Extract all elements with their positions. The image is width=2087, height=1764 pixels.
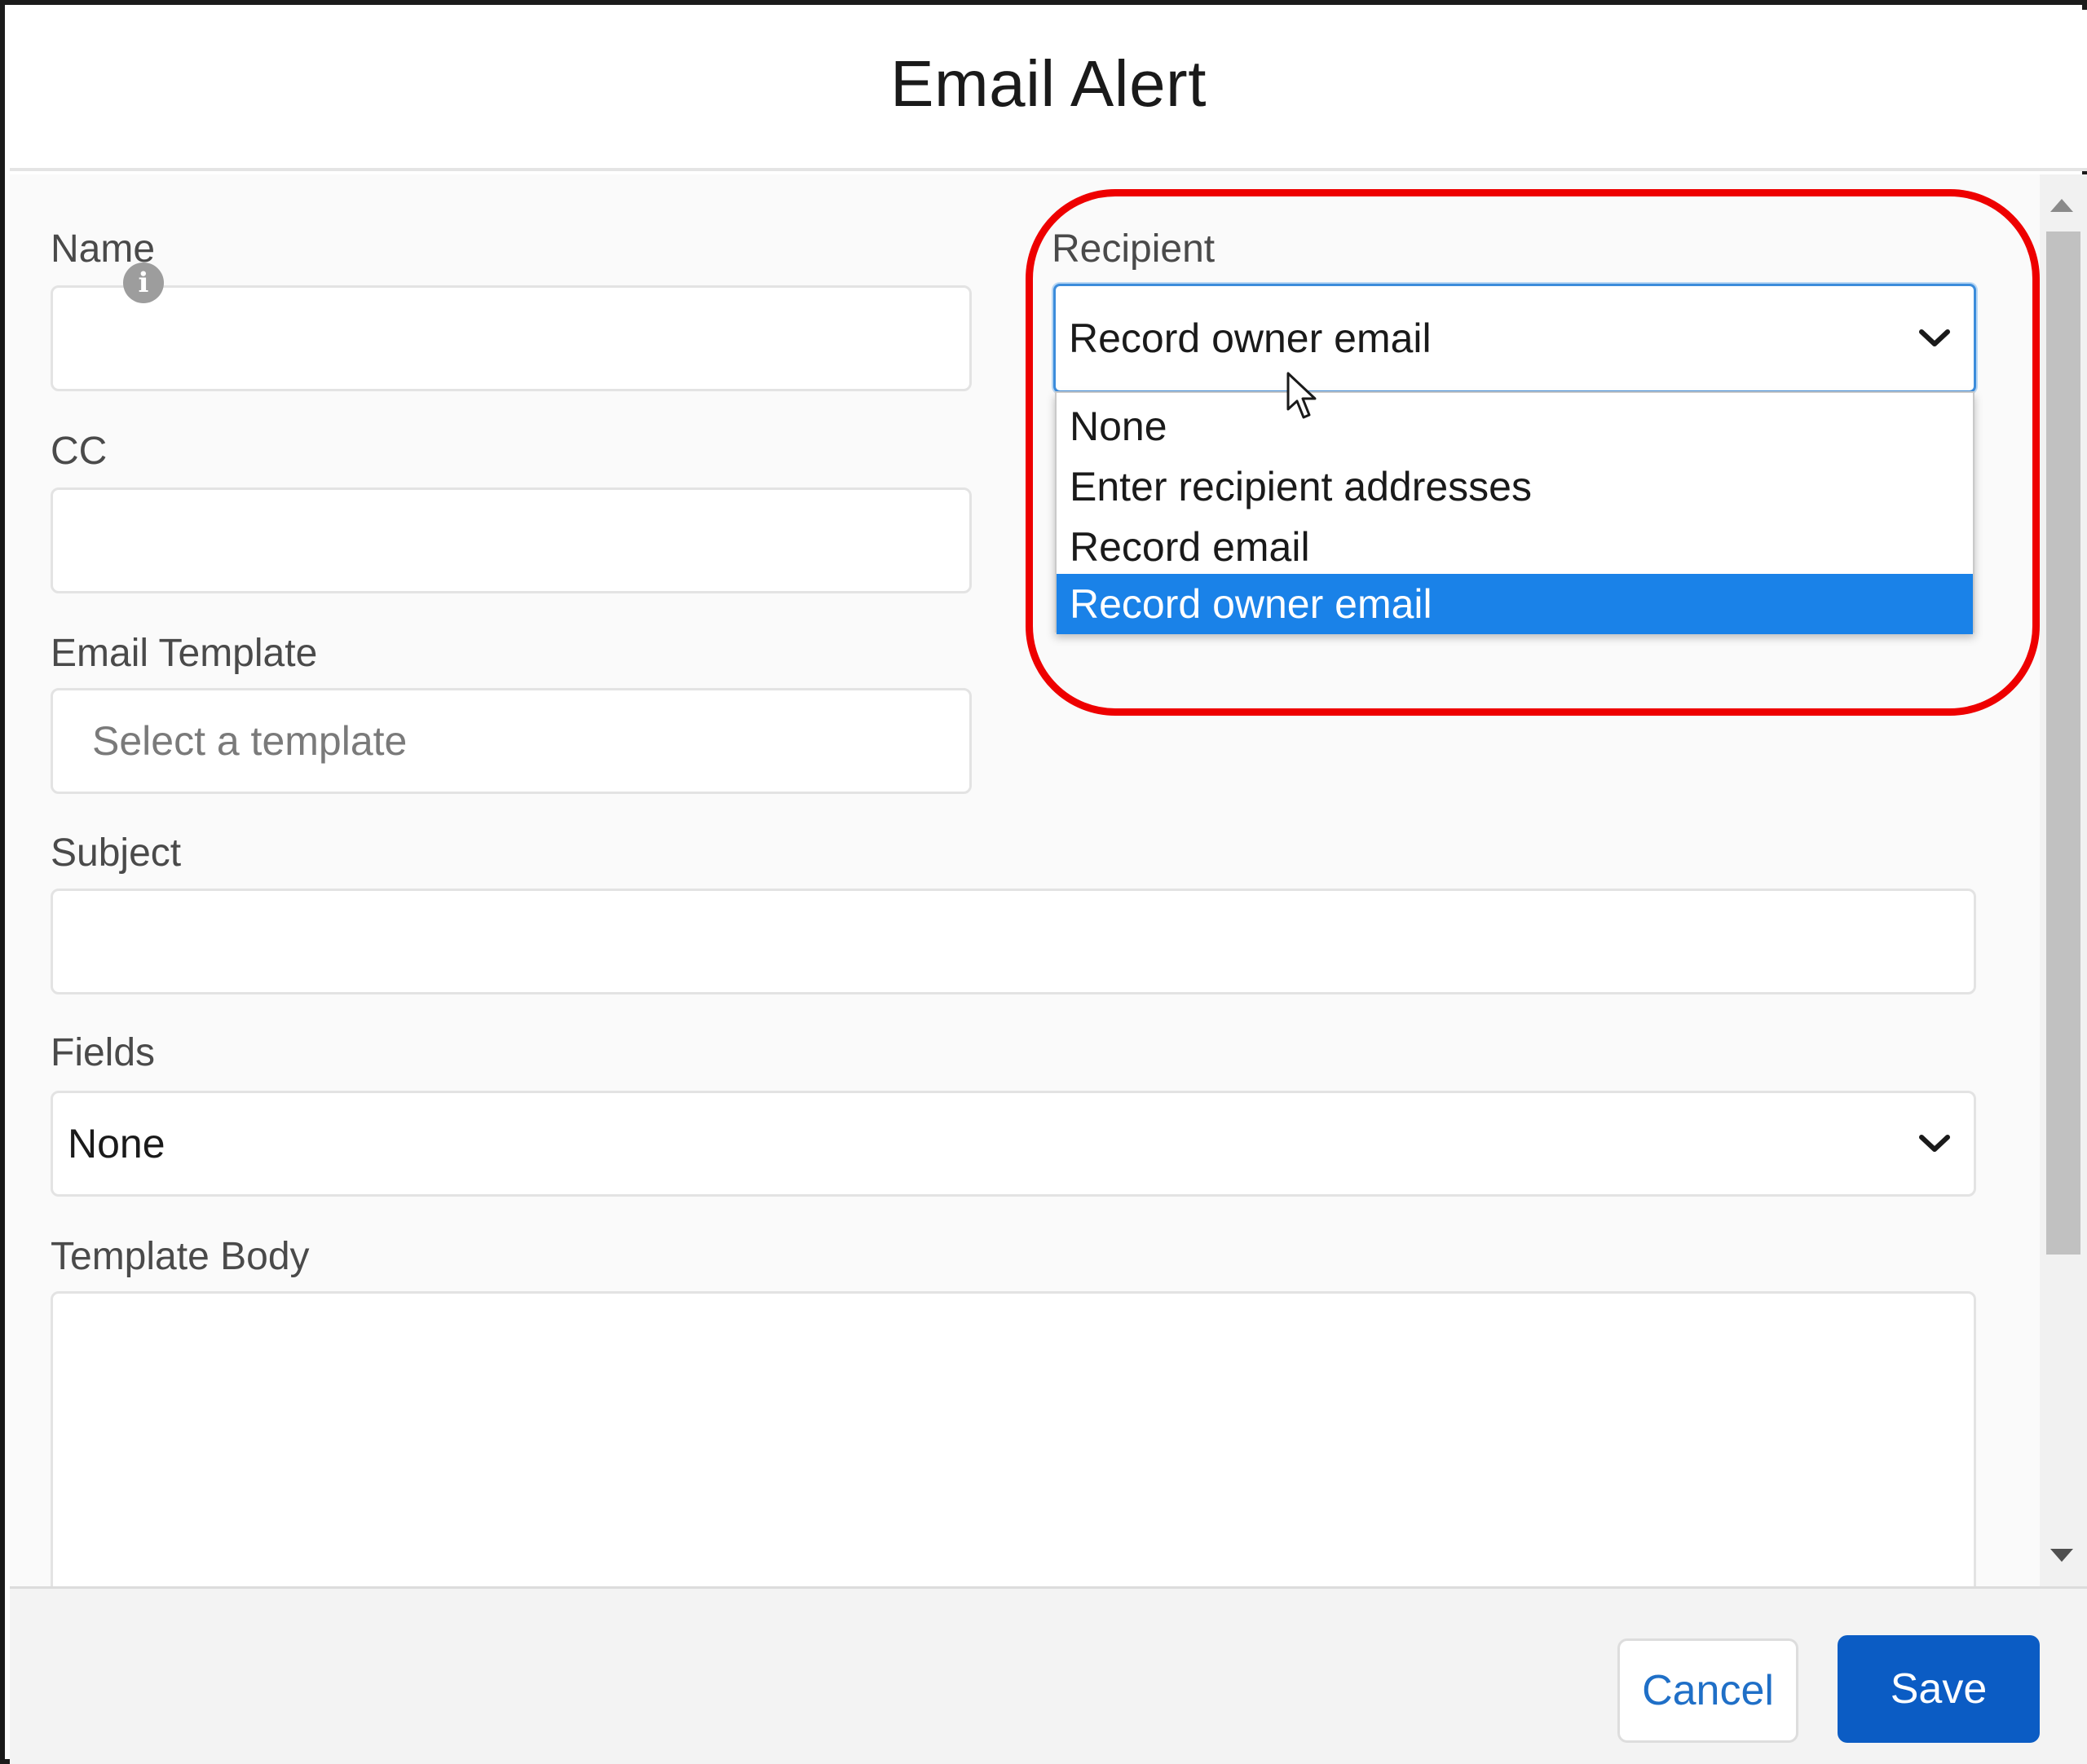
recipient-option-none[interactable]: None (1057, 396, 1973, 456)
email-template-placeholder: Select a template (92, 718, 408, 764)
fields-select[interactable]: None (51, 1091, 1976, 1197)
fields-label: Fields (51, 1031, 156, 1074)
dialog-frame: Email Alert Name CC Email Template Selec… (0, 0, 2087, 1764)
fields-selected-value: None (68, 1121, 165, 1166)
cc-input[interactable] (51, 487, 972, 593)
chevron-down-icon (1919, 329, 1950, 346)
cancel-button[interactable]: Cancel (1617, 1638, 1798, 1743)
save-button[interactable]: Save (1838, 1635, 2040, 1743)
recipient-dropdown-list: None Enter recipient addresses Record em… (1055, 391, 1974, 634)
info-icon[interactable]: i (123, 262, 164, 303)
name-input[interactable] (51, 285, 972, 391)
scrollbar-thumb[interactable] (2046, 232, 2080, 1255)
template-body-textarea[interactable] (51, 1291, 1976, 1617)
recipient-label: Recipient (1052, 227, 1216, 271)
email-template-input[interactable]: Select a template (51, 688, 972, 794)
cc-label: CC (51, 430, 108, 473)
recipient-select[interactable]: Record owner email (1053, 284, 1976, 393)
email-template-label: Email Template (51, 632, 318, 675)
subject-input[interactable] (51, 889, 1976, 994)
dialog-title: Email Alert (890, 47, 1207, 120)
subject-label: Subject (51, 831, 182, 875)
recipient-option-enter-addresses[interactable]: Enter recipient addresses (1057, 456, 1973, 517)
recipient-selected-value: Record owner email (1069, 315, 1432, 361)
scroll-down-arrow-icon[interactable] (2050, 1549, 2073, 1562)
dialog-body: Name CC Email Template Select a template… (10, 174, 2040, 1617)
template-body-label: Template Body (51, 1235, 310, 1278)
recipient-option-record-email[interactable]: Record email (1057, 517, 1973, 577)
scrollbar[interactable] (2040, 174, 2087, 1586)
scroll-up-arrow-icon[interactable] (2050, 199, 2073, 212)
dialog-header: Email Alert (10, 10, 2087, 171)
recipient-option-record-owner-email[interactable]: Record owner email (1057, 574, 1973, 634)
mouse-cursor-icon (1286, 372, 1317, 419)
chevron-down-icon (1919, 1135, 1950, 1152)
dialog-footer: Cancel Save (10, 1586, 2087, 1764)
